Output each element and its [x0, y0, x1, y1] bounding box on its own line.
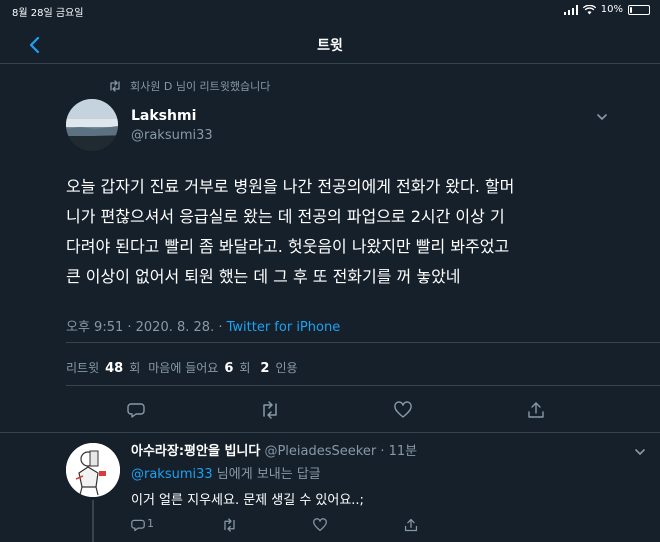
reply-to-suffix: 님에게 보내는 답글	[212, 467, 321, 482]
reply-menu-button[interactable]	[634, 446, 646, 458]
username[interactable]: @raksumi33	[131, 128, 213, 143]
reply-display-name[interactable]: 아수라장:평안을 빕니다	[131, 444, 260, 459]
wifi-icon	[582, 4, 596, 14]
retweet-icon	[224, 518, 235, 532]
retweet-icon	[263, 401, 277, 419]
share-icon	[528, 402, 544, 418]
reply-share-button[interactable]	[404, 518, 418, 532]
retweet-context-label: 회사원 D 님이 리트윗했습니다	[130, 80, 271, 93]
like-button[interactable]	[394, 401, 412, 419]
battery-percent: 10%	[600, 4, 623, 15]
page-title: 트윗	[317, 38, 343, 54]
tweet-text-line: 큰 이상이 없어서 퇴원 했는 데 그 후 또 전화기를 꺼 놓았네	[66, 267, 461, 286]
divider	[66, 385, 660, 386]
quotes-label: 인용	[275, 361, 298, 375]
reply-icon	[131, 519, 145, 532]
reply-retweet-button[interactable]	[222, 518, 236, 532]
reply-button[interactable]	[127, 401, 145, 419]
tweet-meta: 오후 9:51 · 2020. 8. 28. · Twitter for iPh…	[66, 316, 340, 335]
reply-username[interactable]: @PleiadesSeeker	[264, 444, 376, 459]
retweet-context[interactable]: 회사원 D 님이 리트윗했습니다	[108, 78, 270, 94]
likes-unit: 회	[239, 361, 251, 375]
reply-to-user-link[interactable]: @raksumi33	[131, 467, 213, 482]
retweets-label: 리트윗	[66, 361, 100, 375]
battery-icon	[628, 4, 650, 15]
profile-photo	[66, 99, 118, 151]
reply-time: · 11분	[376, 444, 418, 459]
tweet-text-line: 다려야 된다고 빨리 좀 봐달라고. 헛웃음이 나왔지만 빨리 봐주었고	[66, 237, 510, 256]
reply-reply-count: 1	[147, 517, 154, 530]
status-indicators: 10%	[563, 4, 650, 15]
retweet-small-icon	[110, 80, 120, 92]
heart-icon	[313, 518, 327, 532]
reply-reply-button[interactable]	[131, 518, 145, 532]
tweet-text-line: 오늘 갑자기 진료 거부로 병원을 나간 전공의에게 전화가 왔다. 할머	[66, 177, 515, 196]
reply-like-button[interactable]	[313, 518, 327, 532]
status-time: 8월 28일 금요일	[12, 8, 84, 19]
divider	[66, 342, 660, 343]
avatar[interactable]	[66, 99, 118, 151]
likes-label: 마음에 들어요	[148, 361, 219, 375]
quotes-count[interactable]: 2	[260, 361, 269, 376]
chevron-down-icon	[635, 449, 645, 455]
tweet-menu-button[interactable]	[596, 111, 608, 123]
retweets-unit: 회	[129, 361, 141, 375]
tweet-source-link[interactable]: Twitter for iPhone	[227, 320, 341, 335]
likes-count[interactable]: 6	[224, 361, 233, 376]
tweet-text: 오늘 갑자기 진료 거부로 병원을 나간 전공의에게 전화가 왔다. 할머 니가…	[66, 172, 626, 292]
reply-text: 이거 얼른 지우세요. 문제 생길 수 있어요..;	[131, 493, 364, 508]
thread-line	[92, 500, 94, 542]
reply-header: 아수라장:평안을 빕니다 @PleiadesSeeker · 11분	[131, 440, 417, 459]
reply-icon	[127, 403, 145, 418]
chevron-down-icon	[597, 114, 607, 120]
battery-fill	[630, 6, 632, 13]
tweet-text-line: 니가 편찮으셔서 응급실로 왔는 데 전공의 파업으로 2시간 이상 기	[66, 207, 505, 226]
share-icon	[404, 518, 418, 532]
share-button[interactable]	[527, 401, 545, 419]
tweet-stats: 리트윗 48 회 마음에 들어요 6 회 2 인용	[66, 359, 298, 376]
display-name[interactable]: Lakshmi	[131, 108, 196, 124]
divider	[0, 432, 660, 433]
retweets-count[interactable]: 48	[105, 361, 123, 376]
signal-icon	[563, 4, 578, 15]
reply-avatar-drawing	[66, 443, 120, 497]
tweet-timestamp: 오후 9:51 · 2020. 8. 28. ·	[66, 320, 227, 335]
reply-avatar[interactable]	[66, 443, 120, 497]
heart-icon	[394, 401, 412, 418]
reply-to-line: @raksumi33 님에게 보내는 답글	[131, 463, 321, 482]
retweet-button[interactable]	[260, 401, 278, 419]
